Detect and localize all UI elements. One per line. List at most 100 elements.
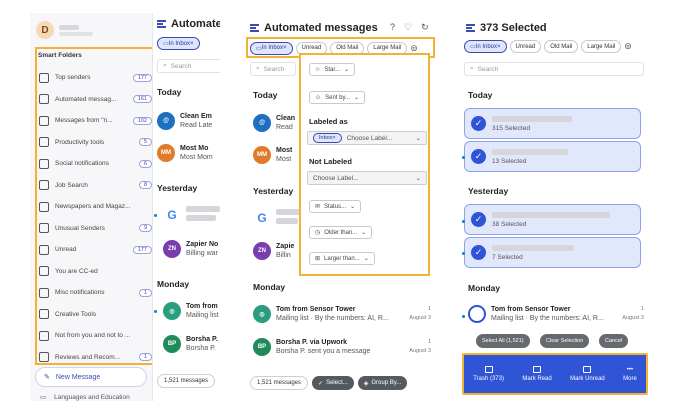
checkmark-icon[interactable]: ✓ <box>471 116 486 131</box>
selected-group[interactable]: ✓ 315 Selected <box>464 108 641 139</box>
list-item[interactable]: ZN Zapie Billin <box>253 242 294 260</box>
close-icon[interactable]: × <box>497 44 501 50</box>
refresh-icon[interactable]: ↻ <box>421 22 429 33</box>
unread-dot <box>462 252 465 255</box>
avatar: MM <box>253 146 271 164</box>
sidebar-item[interactable]: Messages from "n... 102 <box>36 110 152 132</box>
chip-unread[interactable]: Unread <box>509 40 542 53</box>
section-yesterday: Yesterday <box>253 186 294 196</box>
chip-in-inbox[interactable]: ▭ In Inbox × <box>464 40 507 53</box>
chip-large-mail[interactable]: Large Mail <box>581 40 622 53</box>
inbox-tag[interactable]: Inbox × <box>313 133 342 143</box>
sidebar-item[interactable]: Newspapers and Magaz... <box>36 196 152 218</box>
sidebar-item[interactable]: Productivity tools 5 <box>36 132 152 154</box>
clear-selection-button[interactable]: Clear Selection <box>540 334 590 348</box>
sidebar-item[interactable]: Misc notifications 1 <box>36 282 152 304</box>
larger-than-filter-button[interactable]: ⊞ Larger than... ⌄ <box>309 252 375 265</box>
starred-filter-button[interactable]: ☆ Star... ⌄ <box>309 63 356 76</box>
subject: Borsha P. <box>186 345 216 352</box>
labeled-as-heading: Labeled as <box>309 117 348 126</box>
section-yesterday: Yesterday <box>468 186 509 196</box>
older-than-filter-button[interactable]: ◷ Older than... ⌄ <box>309 226 373 239</box>
select-button[interactable]: ✓ Select... <box>312 376 354 390</box>
sidebar-item[interactable]: Unusual Senders 9 <box>36 218 152 240</box>
sidebar-item[interactable]: Top senders 177 <box>36 67 152 89</box>
close-icon[interactable]: × <box>283 45 287 51</box>
section-yesterday: Yesterday <box>157 183 198 193</box>
mark-read-button[interactable]: Mark Read <box>522 366 552 382</box>
list-item[interactable]: @ Clean Em Read Late <box>157 112 212 130</box>
checkmark-icon[interactable]: ✓ <box>471 212 486 227</box>
button-label: Trash (373) <box>473 376 504 382</box>
list-item[interactable]: ◎ Tom from Mailing list <box>163 302 219 320</box>
chip-in-inbox[interactable]: ▭ In Inbox × <box>157 37 200 50</box>
search-input[interactable]: ⌕ Search <box>464 62 644 76</box>
selected-group[interactable]: ✓ 7 Selected <box>464 237 641 268</box>
sidebar-item[interactable]: Not from you and not to ... <box>36 325 152 347</box>
google-icon: G <box>253 209 271 227</box>
list-item[interactable]: BP Borsha P. Borsha P. <box>163 335 218 353</box>
selected-count: 7 Selected <box>492 253 523 261</box>
mark-unread-button[interactable]: Mark Unread <box>570 366 605 382</box>
envelope-icon <box>583 366 592 373</box>
list-item[interactable]: BP Borsha P. via Upwork Borsha P. sent you… <box>253 338 431 356</box>
tag-label: Inbox <box>319 135 333 141</box>
folder-icon <box>39 223 49 234</box>
checkmark-icon[interactable]: ✓ <box>471 245 486 260</box>
search-input[interactable]: ⌕ Search <box>157 59 220 73</box>
search-input[interactable]: ⌕ Search <box>250 62 296 76</box>
close-icon[interactable]: × <box>332 135 335 141</box>
sidebar-item[interactable]: You are CC-ed <box>36 261 152 283</box>
list-item[interactable]: Tom from Sensor Tower Mailing list · By t… <box>468 305 644 323</box>
sidebar-item-label: Automated messag... <box>55 95 117 103</box>
group-by-button[interactable]: ◈ Group By... <box>357 376 408 390</box>
sidebar-item[interactable]: Social notifications 6 <box>36 153 152 175</box>
sidebar-item[interactable]: Reviews and Recom... 1 <box>36 347 152 369</box>
cancel-button[interactable]: Cancel <box>599 334 629 348</box>
sidebar-item[interactable]: Creative Tools <box>36 304 152 326</box>
avatar[interactable]: D <box>36 21 54 39</box>
heart-icon[interactable]: ♡ <box>404 22 412 33</box>
button-label: Sent by... <box>325 94 351 101</box>
menu-icon[interactable] <box>250 24 259 32</box>
button-label: Older than... <box>324 229 358 236</box>
not-labeled-select[interactable]: Choose Label... ⌄ <box>307 171 427 185</box>
sidebar-item[interactable]: Automated messag... 161 <box>36 89 152 111</box>
selected-group[interactable]: ✓ 38 Selected <box>464 204 641 235</box>
trash-button[interactable]: Trash (373) <box>473 366 504 382</box>
status-filter-button[interactable]: ✉ Status... ⌄ <box>309 200 362 213</box>
checkmark-icon[interactable]: ✓ <box>471 149 486 164</box>
subject: Billing war <box>186 250 218 257</box>
close-icon[interactable]: × <box>190 41 194 47</box>
list-item[interactable]: G <box>163 206 220 224</box>
list-item[interactable]: ZN Zapier No Billing war <box>163 240 218 258</box>
chip-old-mail[interactable]: Old Mail <box>544 40 579 53</box>
unchecked-circle-icon[interactable] <box>468 305 486 323</box>
help-icon[interactable]: ? <box>390 22 395 33</box>
sidebar-item-label: Social notifications <box>55 160 109 168</box>
sidebar-item-languages[interactable]: ▭ Languages and Education <box>40 393 130 402</box>
folder-icon <box>39 287 49 298</box>
filter-icon[interactable]: ⊜ <box>410 43 418 54</box>
chip-in-inbox[interactable]: ▭ In Inbox × <box>250 41 293 55</box>
compose-icon: ✎ <box>44 374 50 381</box>
labeled-as-select[interactable]: Inbox × Choose Label... ⌄ <box>307 131 427 145</box>
menu-icon[interactable] <box>157 20 166 28</box>
list-item[interactable]: MM Most Mo Most Mom <box>157 144 213 162</box>
sidebar-item[interactable]: Unread 177 <box>36 239 152 261</box>
list-item[interactable]: ◎ Tom from Sensor Tower Mailing list · By … <box>253 305 431 323</box>
search-placeholder: Search <box>263 65 285 73</box>
sidebar-item[interactable]: Job Search 8 <box>36 175 152 197</box>
select-all-button[interactable]: Select All (1,521) <box>476 334 530 348</box>
folder-icon <box>39 158 49 169</box>
more-button[interactable]: ••• More <box>623 367 637 382</box>
chip-label: In Inbox <box>475 43 498 50</box>
sent-by-filter-button[interactable]: ☺ Sent by... ⌄ <box>309 91 366 104</box>
selected-group[interactable]: ✓ 13 Selected <box>464 141 641 172</box>
new-message-button[interactable]: ✎ New Message <box>35 367 147 387</box>
sender: Most <box>276 147 293 154</box>
list-item[interactable]: MM Most Most <box>253 146 292 164</box>
menu-icon[interactable] <box>466 24 475 32</box>
filter-icon[interactable]: ⊜ <box>624 41 632 52</box>
list-item[interactable]: @ Clean Read <box>253 114 295 132</box>
